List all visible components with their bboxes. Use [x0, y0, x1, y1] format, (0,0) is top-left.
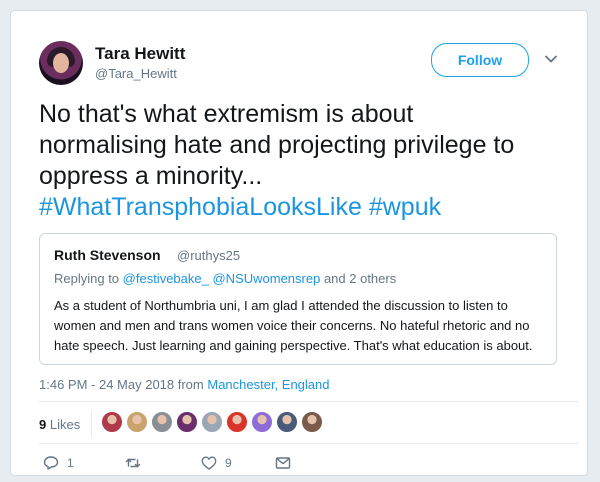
- like-action[interactable]: 9: [201, 455, 232, 471]
- liker-avatar-4[interactable]: [176, 411, 198, 433]
- hashtag-link[interactable]: #WhatTransphobiaLooksLike: [39, 193, 362, 221]
- tweet-hashtags: #WhatTransphobiaLooksLike #wpuk: [39, 192, 579, 223]
- reply-icon: [43, 456, 59, 470]
- tweet-card: Tara Hewitt @Tara_Hewitt Follow No that'…: [10, 10, 588, 476]
- liker-avatar-5[interactable]: [201, 411, 223, 433]
- likes-count[interactable]: 9 Likes: [39, 417, 80, 432]
- follow-button[interactable]: Follow: [431, 43, 529, 77]
- envelope-icon: [275, 457, 291, 469]
- action-bar: 1 9: [39, 455, 339, 475]
- avatar-face: [53, 53, 69, 73]
- reply-user-link[interactable]: @NSUwomensrep: [212, 271, 320, 286]
- chevron-down-icon[interactable]: [543, 51, 559, 67]
- divider: [91, 411, 92, 437]
- liker-avatar-7[interactable]: [251, 411, 273, 433]
- likes-label: Likes: [46, 417, 81, 432]
- retweet-action[interactable]: [125, 455, 149, 471]
- divider: [39, 401, 579, 402]
- quoted-body-line: women and men and trans women voice thei…: [54, 318, 530, 333]
- divider: [39, 443, 579, 444]
- liker-avatar-2[interactable]: [126, 411, 148, 433]
- heart-icon: [201, 456, 217, 470]
- tweet-text-line: normalising hate and projecting privileg…: [39, 131, 515, 159]
- location-link[interactable]: Manchester, England: [207, 377, 329, 392]
- tweet-timestamp: 1:46 PM - 24 May 2018 from Manchester, E…: [39, 377, 330, 392]
- tweet-text: No that's what extremism is about normal…: [39, 99, 579, 223]
- quoted-body-line: hate speech. Just learning and gaining p…: [54, 338, 533, 353]
- author-name[interactable]: Tara Hewitt: [95, 44, 185, 64]
- liker-avatars: [101, 411, 326, 435]
- hashtag-link[interactable]: #wpuk: [369, 193, 441, 221]
- reply-count: 1: [67, 456, 74, 470]
- liker-avatar-3[interactable]: [151, 411, 173, 433]
- replying-prefix: Replying to: [54, 271, 123, 286]
- author-avatar[interactable]: [39, 41, 83, 85]
- liker-avatar-6[interactable]: [226, 411, 248, 433]
- reply-action[interactable]: 1: [43, 455, 74, 471]
- dm-action[interactable]: [275, 455, 291, 471]
- liker-avatar-9[interactable]: [301, 411, 323, 433]
- quoted-author-handle: @ruthys25: [177, 248, 241, 263]
- quoted-author-name: Ruth Stevenson: [54, 247, 161, 263]
- author-handle[interactable]: @Tara_Hewitt: [95, 66, 177, 81]
- quoted-tweet[interactable]: Ruth Stevenson @ruthys25 Replying to @fe…: [39, 233, 557, 365]
- reply-user-link[interactable]: @festivebake_: [123, 271, 209, 286]
- liker-avatar-1[interactable]: [101, 411, 123, 433]
- quoted-body: As a student of Northumbria uni, I am gl…: [54, 296, 548, 356]
- retweet-icon: [125, 458, 141, 468]
- tweet-text-line: oppress a minority...: [39, 162, 263, 190]
- like-count: 9: [225, 456, 232, 470]
- liker-avatar-8[interactable]: [276, 411, 298, 433]
- timestamp-text[interactable]: 1:46 PM - 24 May 2018 from: [39, 377, 207, 392]
- replying-suffix: and 2 others: [320, 271, 397, 286]
- quoted-body-line: As a student of Northumbria uni, I am gl…: [54, 298, 508, 313]
- replying-to: Replying to @festivebake_ @NSUwomensrep …: [54, 271, 396, 286]
- tweet-text-line: No that's what extremism is about: [39, 100, 414, 128]
